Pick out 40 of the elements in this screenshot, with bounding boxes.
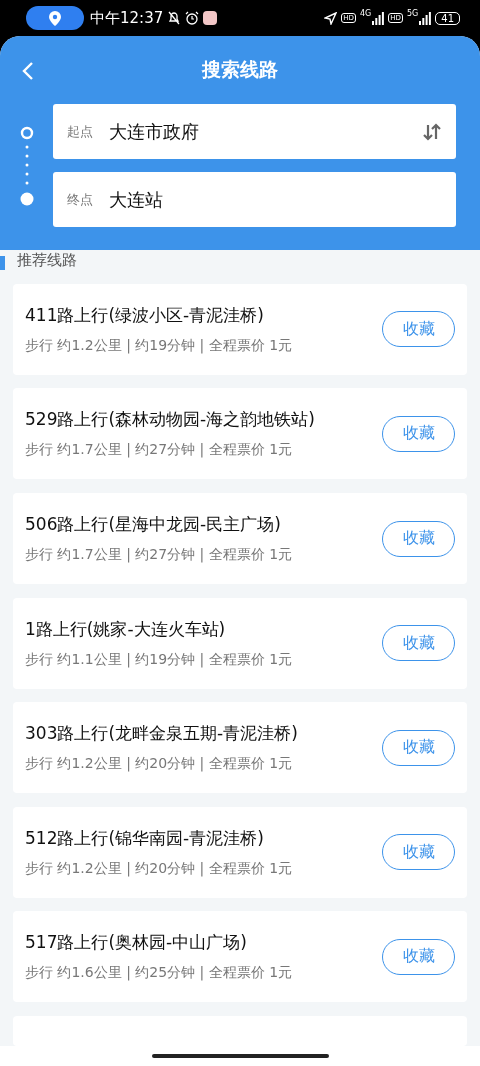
- route-name: 512路上行(锦华南园-青泥洼桥): [25, 826, 265, 850]
- end-field[interactable]: 终点 大连站: [53, 172, 456, 227]
- mute-icon: [167, 11, 182, 25]
- route-info: 步行 约1.7公里 | 约27分钟 | 全程票价 1元: [25, 546, 294, 565]
- route-card[interactable]: 506路上行(星海中龙园-民主广场) 步行 约1.7公里 | 约27分钟 | 全程票价 1元 收藏: [13, 493, 467, 585]
- signal-icon: [372, 11, 385, 25]
- route-info: 步行 约1.2公里 | 约20分钟 | 全程票价 1元: [25, 859, 294, 878]
- route-info: 步行 约1.2公里 | 约19分钟 | 全程票价 1元: [25, 336, 294, 355]
- route-info: 步行 约1.6公里 | 约25分钟 | 全程票价 1元: [25, 964, 294, 983]
- network-type: 4G: [360, 9, 372, 18]
- section-title: 推荐线路: [17, 250, 77, 270]
- status-time: 中午12:37: [90, 8, 164, 28]
- route-card[interactable]: 517路上行(奥林园-中山广场) 步行 约1.6公里 | 约25分钟 | 全程票价 1元 收藏: [13, 911, 467, 1003]
- location-pin-icon: [49, 10, 61, 26]
- route-card[interactable]: 529路上行(森林动物园-海之韵地铁站) 步行 约1.7公里 | 约27分钟 | 全程票价 1元 收藏: [13, 388, 467, 480]
- route-name: 529路上行(森林动物园-海之韵地铁站): [25, 408, 316, 432]
- page-title: 搜索线路: [202, 57, 278, 82]
- route-card[interactable]: 512路上行(锦华南园-青泥洼桥) 步行 约1.2公里 | 约20分钟 | 全程票价 1元 收藏: [13, 806, 467, 898]
- location-pill[interactable]: [26, 6, 84, 30]
- battery-level: 41: [435, 11, 460, 25]
- route-info: 步行 约1.2公里 | 约20分钟 | 全程票价 1元: [25, 755, 294, 774]
- route-card[interactable]: 411路上行(绿波小区-青泥洼桥) 步行 约1.2公里 | 约19分钟 | 全程票价 1元 收藏: [13, 283, 467, 375]
- route-info: 步行 约1.1公里 | 约19分钟 | 全程票价 1元: [25, 650, 294, 669]
- network-type: 5G: [406, 9, 419, 18]
- app-notification-icon: [203, 11, 218, 25]
- swap-icon[interactable]: [422, 121, 442, 142]
- navigation-arrow-icon: [324, 11, 338, 25]
- route-name: 411路上行(绿波小区-青泥洼桥): [25, 303, 265, 327]
- route-name: 517路上行(奥林园-中山广场): [25, 931, 248, 955]
- signal-icon: [419, 11, 432, 25]
- route-card[interactable]: 1路上行(姚家-大连火车站) 步行 约1.1公里 | 约19分钟 | 全程票价 1元 收藏: [13, 597, 467, 689]
- route-dots-icon: [20, 125, 34, 206]
- route-card[interactable]: 303路上行(龙畔金泉五期-青泥洼桥) 步行 约1.2公里 | 约20分钟 | 全程票价 1元 收藏: [13, 702, 467, 794]
- route-name: 303路上行(龙畔金泉五期-青泥洼桥): [25, 722, 299, 746]
- start-field[interactable]: 起点 大连市政府: [53, 104, 456, 159]
- alarm-icon: [185, 11, 200, 25]
- route-name: 506路上行(星海中龙园-民主广场): [25, 513, 282, 537]
- route-info: 步行 约1.7公里 | 约27分钟 | 全程票价 1元: [25, 441, 294, 460]
- route-name: 1路上行(姚家-大连火车站): [25, 617, 227, 641]
- section-marker: [0, 255, 5, 270]
